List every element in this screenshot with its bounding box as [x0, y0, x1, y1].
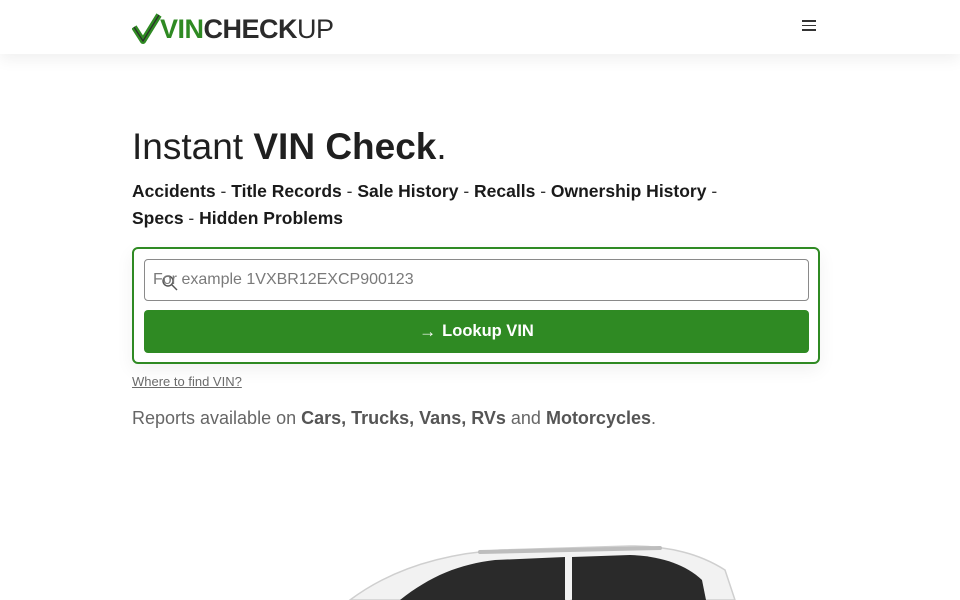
logo-text: VINCHECKUP: [160, 13, 334, 45]
lookup-vin-button[interactable]: → Lookup VIN: [144, 310, 809, 353]
site-header: VINCHECKUP: [0, 0, 960, 54]
feature-item: Specs: [132, 208, 184, 228]
feature-separator: -: [458, 181, 475, 201]
logo-vin: VIN: [160, 14, 204, 44]
reports-available-text: Reports available on Cars, Trucks, Vans,…: [132, 408, 656, 429]
vin-input[interactable]: [153, 260, 793, 300]
feature-separator: -: [183, 208, 200, 228]
logo-up: UP: [297, 14, 334, 44]
feature-separator: -: [341, 181, 358, 201]
feature-separator: -: [535, 181, 551, 201]
vin-search-form: → Lookup VIN: [132, 247, 820, 364]
hamburger-menu-icon[interactable]: [798, 17, 820, 37]
reports-end: .: [651, 408, 657, 428]
arrow-right-icon: →: [419, 321, 437, 341]
feature-list: Accidents - Title Records - Sale History…: [132, 178, 752, 232]
checkmark-logo-icon: [132, 13, 162, 44]
feature-item: Accidents: [132, 181, 216, 201]
title-bold: VIN Check: [253, 126, 437, 167]
vincheckup-logo[interactable]: VINCHECKUP: [132, 12, 334, 46]
feature-item: Hidden Problems: [199, 208, 344, 228]
lookup-button-label: Lookup VIN: [442, 322, 534, 340]
reports-and: and: [505, 408, 546, 428]
reports-vehicle-types: Cars, Trucks, Vans, RVs: [301, 408, 506, 428]
reports-motorcycles: Motorcycles: [545, 408, 651, 428]
feature-separator: -: [706, 181, 718, 201]
feature-separator: -: [215, 181, 232, 201]
car-image: [348, 545, 736, 600]
feature-item: Sale History: [357, 181, 459, 201]
feature-item: Title Records: [231, 181, 342, 201]
feature-item: Recalls: [474, 181, 536, 201]
page-title: Instant VIN Check.: [132, 124, 447, 170]
vin-input-wrapper[interactable]: [144, 259, 809, 301]
feature-item: Ownership History: [550, 181, 707, 201]
reports-prefix: Reports available on: [132, 408, 302, 428]
where-to-find-vin-link[interactable]: Where to find VIN?: [132, 374, 242, 389]
logo-check: CHECK: [203, 14, 298, 44]
title-period: .: [436, 126, 447, 167]
title-light: Instant: [132, 126, 254, 167]
